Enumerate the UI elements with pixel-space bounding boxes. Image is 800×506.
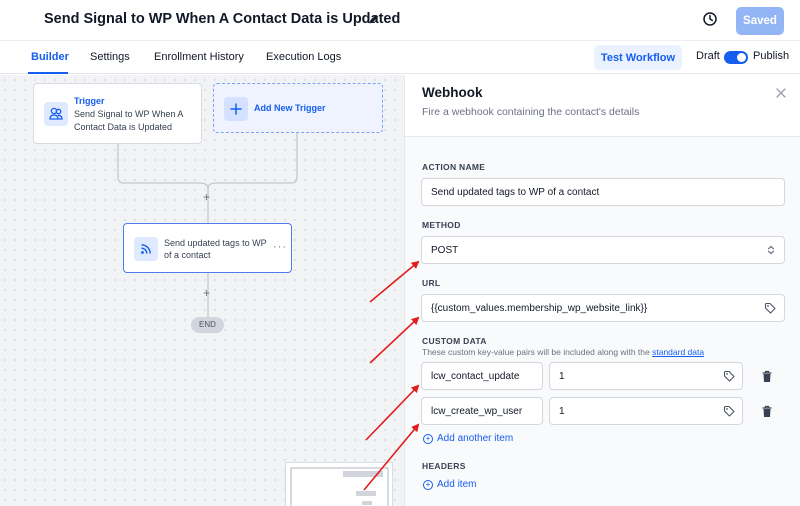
draft-label: Draft (696, 50, 720, 62)
add-step-button-bottom[interactable]: + (203, 286, 210, 300)
add-trigger-icon-box (224, 97, 248, 121)
trash-icon[interactable] (761, 370, 773, 383)
workflow-canvas[interactable]: Trigger Send Signal to WP When A Contact… (0, 75, 404, 506)
panel-body: ACTION NAME Send updated tags to WP of a… (405, 137, 800, 506)
custom-data-key-1: lcw_contact_update (431, 370, 520, 382)
rss-icon (141, 244, 151, 254)
saved-button[interactable]: Saved (736, 7, 784, 35)
app-header: Send Signal to WP When A Contact Data is… (0, 0, 800, 40)
add-new-trigger-label: Add New Trigger (254, 103, 326, 113)
tag-icon[interactable] (764, 302, 776, 314)
tab-builder[interactable]: Builder (31, 51, 69, 63)
custom-data-help: These custom key-value pairs will be inc… (422, 347, 704, 357)
active-tab-indicator (28, 72, 68, 74)
add-header-item-link[interactable]: + Add item (423, 479, 476, 490)
standard-data-link[interactable]: standard data (652, 347, 704, 357)
add-another-item-link[interactable]: + Add another item (423, 433, 513, 444)
add-step-button-top[interactable]: + (203, 190, 210, 204)
chevron-up-down-icon (767, 245, 775, 255)
clock-history-icon[interactable] (702, 11, 718, 27)
custom-data-value-input-2[interactable]: 1 (549, 397, 743, 425)
custom-data-label: CUSTOM DATA (422, 336, 487, 346)
trigger-node-icon-box (44, 102, 68, 126)
panel-subtitle: Fire a webhook containing the contact's … (422, 106, 640, 118)
tag-icon[interactable] (723, 405, 735, 417)
action-name-label: ACTION NAME (422, 162, 486, 172)
method-value: POST (431, 244, 459, 256)
panel-header: Webhook Fire a webhook containing the co… (405, 75, 800, 137)
custom-data-help-text: These custom key-value pairs will be inc… (422, 347, 650, 357)
headers-label: HEADERS (422, 461, 466, 471)
add-new-trigger-button[interactable]: Add New Trigger (213, 83, 383, 133)
plus-circle-icon: + (423, 433, 433, 444)
custom-data-key-input-2[interactable]: lcw_create_wp_user (421, 397, 543, 425)
more-options-icon[interactable]: ··· (273, 241, 287, 253)
tab-bar: Builder Settings Enrollment History Exec… (0, 40, 800, 74)
trigger-description: Send Signal to WP When A Contact Data is… (74, 109, 183, 132)
custom-data-value-input-1[interactable]: 1 (549, 362, 743, 390)
custom-data-key-2: lcw_create_wp_user (431, 405, 523, 417)
tab-execution-logs[interactable]: Execution Logs (266, 51, 341, 63)
webhook-settings-panel: Webhook Fire a webhook containing the co… (404, 75, 800, 506)
minimap-preview (290, 467, 389, 506)
canvas-minimap[interactable] (285, 462, 393, 506)
custom-data-value-1: 1 (559, 370, 565, 382)
action-name-value: Send updated tags to WP of a contact (431, 186, 600, 198)
publish-toggle[interactable] (724, 51, 748, 64)
url-input[interactable]: {{custom_values.membership_wp_website_li… (421, 294, 785, 322)
method-select[interactable]: POST (421, 236, 785, 264)
trigger-node[interactable]: Trigger Send Signal to WP When A Contact… (33, 83, 202, 144)
workflow-title: Send Signal to WP When A Contact Data is… (44, 11, 401, 27)
add-header-item-label: Add item (437, 479, 477, 490)
users-icon (49, 107, 63, 120)
url-label: URL (422, 278, 441, 288)
trash-icon[interactable] (761, 405, 773, 418)
trigger-title: Trigger (74, 96, 105, 106)
custom-data-value-2: 1 (559, 405, 565, 417)
plus-circle-icon: + (423, 479, 433, 490)
panel-title: Webhook (422, 85, 483, 100)
end-node: END (191, 317, 224, 333)
method-label: METHOD (422, 220, 461, 230)
webhook-action-node[interactable]: Send updated tags to WP of a contact ··· (123, 223, 292, 273)
tab-settings[interactable]: Settings (90, 51, 130, 63)
publish-label: Publish (753, 50, 790, 62)
test-workflow-button[interactable]: Test Workflow (594, 45, 682, 70)
tag-icon[interactable] (723, 370, 735, 382)
action-description: Send updated tags to WP of a contact (164, 238, 267, 260)
url-value: {{custom_values.membership_wp_website_li… (431, 302, 648, 314)
action-name-input[interactable]: Send updated tags to WP of a contact (421, 178, 785, 206)
plus-icon (230, 103, 242, 115)
tab-enrollment-history[interactable]: Enrollment History (154, 51, 244, 63)
add-another-item-label: Add another item (437, 433, 514, 444)
close-icon[interactable] (774, 86, 788, 100)
action-node-icon-box (134, 237, 158, 261)
custom-data-key-input-1[interactable]: lcw_contact_update (421, 362, 543, 390)
pencil-icon[interactable] (367, 12, 381, 26)
